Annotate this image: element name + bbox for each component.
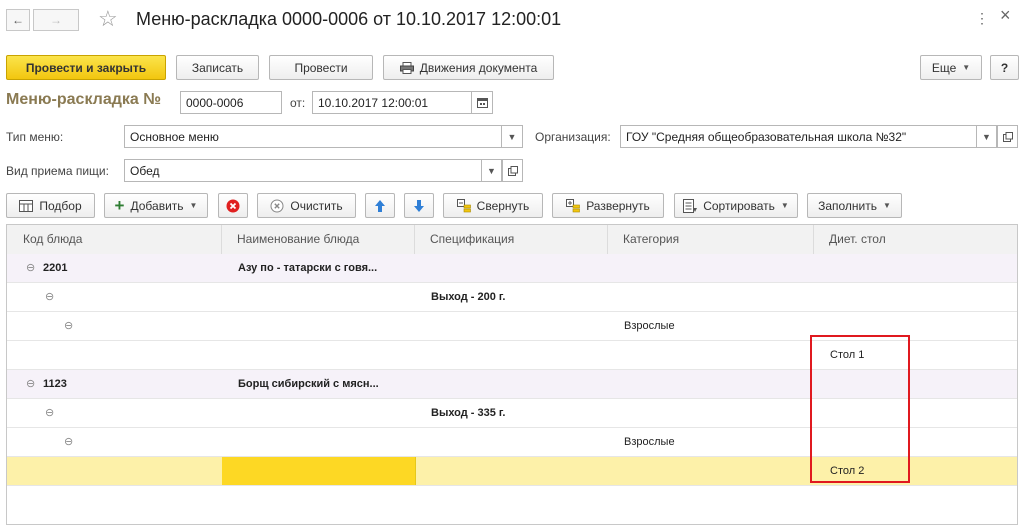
menu-type-field[interactable]: Основное меню: [124, 125, 502, 148]
collapse-toggle-icon[interactable]: ⊖: [64, 428, 73, 456]
dish-category: Взрослые: [624, 320, 675, 332]
caret-down-icon: ▼: [982, 131, 991, 142]
close-icon[interactable]: ×: [1000, 5, 1011, 26]
pick-button[interactable]: Подбор: [6, 193, 95, 218]
highlight-annotation-box: [810, 335, 910, 483]
caret-down-icon: ▼: [487, 165, 496, 176]
printer-icon: [399, 61, 414, 74]
arrow-up-icon: [375, 199, 385, 212]
dish-name: Борщ сибирский с мясн...: [238, 378, 379, 390]
post-and-close-button[interactable]: Провести и закрыть: [6, 55, 166, 80]
collapse-button[interactable]: Свернуть: [443, 193, 543, 218]
clear-button[interactable]: Очистить: [257, 193, 356, 218]
window-title: Меню-раскладка 0000-0006 от 10.10.2017 1…: [136, 9, 562, 29]
table-row[interactable]: ⊖ Выход - 200 г.: [7, 283, 1017, 312]
organization-dropdown-button[interactable]: ▼: [976, 125, 997, 148]
caret-down-icon: ▼: [780, 201, 789, 210]
arrow-right-icon: →: [50, 13, 62, 27]
table-pick-icon: [19, 199, 34, 212]
column-header-diet[interactable]: Диет. стол: [814, 225, 1017, 254]
save-button[interactable]: Записать: [176, 55, 259, 80]
date-field[interactable]: 10.10.2017 12:00:01: [312, 91, 472, 114]
add-button[interactable]: + Добавить ▼: [104, 193, 208, 218]
meal-type-field[interactable]: Обед: [124, 159, 482, 182]
column-header-code[interactable]: Код блюда: [7, 225, 222, 254]
collapse-toggle-icon[interactable]: ⊖: [64, 312, 73, 340]
table-row[interactable]: ⊖ 2201 Азу по - татарски с говя...: [7, 254, 1017, 283]
document-movements-button[interactable]: Движения документа: [383, 55, 554, 80]
open-window-icon: [507, 165, 518, 176]
dish-code: 2201: [43, 262, 68, 274]
caret-down-icon: ▼: [507, 131, 517, 142]
expand-button[interactable]: Развернуть: [552, 193, 664, 218]
document-number-field[interactable]: 0000-0006: [180, 91, 282, 114]
dish-category: Взрослые: [624, 436, 675, 448]
selected-cell[interactable]: [222, 457, 416, 485]
caret-down-icon: ▼: [883, 201, 891, 210]
move-up-button[interactable]: [365, 193, 395, 218]
date-label: от:: [290, 96, 306, 110]
post-button[interactable]: Провести: [269, 55, 373, 80]
document-heading: Меню-раскладка №: [6, 91, 162, 108]
back-button[interactable]: ←: [6, 9, 30, 31]
table-header: Код блюда Наименование блюда Спецификаци…: [7, 225, 1017, 255]
arrow-down-icon: [414, 199, 424, 212]
arrow-left-icon: ←: [12, 13, 24, 27]
organization-field[interactable]: ГОУ "Средняя общеобразовательная школа №…: [620, 125, 977, 148]
calendar-icon: [476, 98, 488, 108]
dish-spec: Выход - 200 г.: [431, 291, 506, 303]
collapse-toggle-icon[interactable]: ⊖: [45, 399, 54, 427]
collapse-toggle-icon[interactable]: ⊖: [26, 254, 35, 282]
meal-type-dropdown-button[interactable]: ▼: [481, 159, 502, 182]
collapse-toggle-icon[interactable]: ⊖: [45, 283, 54, 311]
column-header-name[interactable]: Наименование блюда: [222, 225, 415, 254]
caret-down-icon: ▼: [962, 63, 971, 72]
column-header-spec[interactable]: Спецификация: [415, 225, 608, 254]
menu-type-label: Тип меню:: [6, 130, 64, 144]
help-button[interactable]: ?: [990, 55, 1019, 80]
delete-button[interactable]: [218, 193, 248, 218]
sort-button[interactable]: Сортировать ▼: [674, 193, 798, 218]
forward-button[interactable]: →: [33, 9, 79, 31]
column-header-category[interactable]: Категория: [608, 225, 814, 254]
dish-name: Азу по - татарски с говя...: [238, 262, 378, 274]
menu-type-dropdown-button[interactable]: ▼: [501, 125, 523, 148]
sort-icon: [683, 198, 698, 213]
collapse-tree-icon: [456, 198, 471, 212]
dish-code: 1123: [43, 378, 67, 390]
plus-icon: +: [114, 196, 125, 215]
expand-tree-icon: [566, 198, 580, 212]
collapse-toggle-icon[interactable]: ⊖: [26, 370, 35, 398]
fill-button[interactable]: Заполнить ▼: [807, 193, 902, 218]
meal-type-open-button[interactable]: [502, 159, 523, 182]
clear-icon: [270, 199, 284, 212]
organization-open-button[interactable]: [997, 125, 1018, 148]
more-menu-icon[interactable]: ⋮: [975, 10, 989, 27]
delete-icon: [226, 199, 240, 212]
organization-label: Организация:: [535, 130, 611, 144]
dish-spec: Выход - 335 г.: [431, 407, 506, 419]
open-window-icon: [1002, 131, 1013, 142]
favorite-star-icon[interactable]: ☆: [98, 6, 118, 32]
move-down-button[interactable]: [404, 193, 434, 218]
meal-type-label: Вид приема пищи:: [6, 164, 109, 178]
calendar-button[interactable]: [471, 91, 493, 114]
caret-down-icon: ▼: [189, 201, 198, 210]
more-button[interactable]: Еще ▼: [920, 55, 982, 80]
